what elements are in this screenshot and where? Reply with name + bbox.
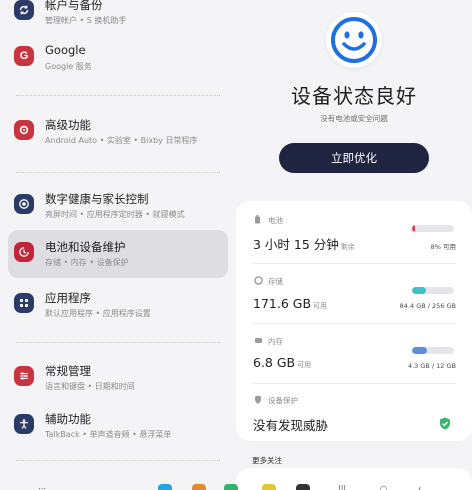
device-care-icon (14, 242, 34, 262)
battery-value: 3 小时 15 分钟 剩余 (253, 237, 355, 252)
divider (252, 323, 456, 324)
storage-icon (254, 276, 263, 285)
optimize-now-button[interactable]: 立即优化 (279, 143, 429, 173)
sidebar-item-title: Google (45, 43, 86, 57)
google-icon: G (14, 46, 34, 66)
storage-value: 171.6 GB 可用 (253, 296, 328, 311)
sync-icon (14, 0, 34, 20)
battery-bar (412, 225, 454, 232)
device-status-subtitle: 没有电池或安全问题 (320, 114, 388, 123)
sidebar-item-accessibility[interactable]: 辅助功能 TalkBack • 单声道音频 • 悬浮菜单 (8, 402, 228, 450)
battery-icon (254, 215, 263, 224)
apps-grid-icon (14, 293, 34, 313)
battery-label: 电池 (268, 216, 283, 225)
memory-bar (412, 347, 454, 354)
divider (16, 342, 220, 343)
device-protection-label: 设备保护 (268, 396, 298, 405)
app-icon-green[interactable] (224, 484, 238, 490)
sidebar-item-general-management[interactable]: 常规管理 语言和键盘 • 日期和时间 (8, 354, 228, 402)
sidebar-item-subtitle: 亮屏时间 • 应用程序定时器 • 就寝模式 (45, 210, 185, 219)
divider (252, 383, 456, 384)
sliders-icon (14, 366, 34, 386)
sidebar-item-title: 辅助功能 (45, 412, 91, 426)
device-status-smiley-icon (326, 12, 382, 68)
app-icon-yellow[interactable] (262, 484, 276, 490)
sidebar-item-subtitle: TalkBack • 单声道音频 • 悬浮菜单 (45, 430, 172, 439)
battery-note: 8% 可用 (430, 243, 456, 251)
app-icon-blue[interactable] (158, 484, 172, 490)
sidebar-item-title: 电池和设备维护 (45, 240, 126, 254)
sidebar-item-digital-wellbeing[interactable]: 数字健康与家长控制 亮屏时间 • 应用程序定时器 • 就寝模式 (8, 182, 228, 230)
sidebar-item-subtitle: Android Auto • 实验室 • Bixby 日常程序 (45, 136, 198, 145)
storage-label: 存储 (268, 277, 283, 286)
divider (16, 172, 220, 173)
memory-label: 内存 (268, 337, 283, 346)
divider (16, 460, 220, 461)
memory-chip-icon (254, 336, 263, 345)
sidebar-item-title: 数字健康与家长控制 (45, 192, 149, 206)
sidebar-item-accounts-backup[interactable]: 帐户与备份 管理帐户 • S 换机助手 (8, 0, 228, 36)
sidebar-item-subtitle: 默认应用程序 • 应用程序设置 (45, 309, 151, 318)
settings-sidebar: 帐户与备份 管理帐户 • S 换机助手 G Google Google 服务 高… (0, 0, 236, 490)
sidebar-item-title: 帐户与备份 (45, 0, 103, 12)
divider (252, 263, 456, 264)
sidebar-item-title: 常规管理 (45, 364, 91, 378)
more-attention-heading: 更多关注 (252, 456, 282, 465)
memory-value: 6.8 GB 可用 (253, 355, 312, 370)
sidebar-item-subtitle: Google 服务 (45, 62, 92, 71)
gear-plus-icon (14, 120, 34, 140)
sidebar-item-subtitle: 存储 • 内存 • 设备保护 (45, 258, 129, 267)
sidebar-item-subtitle: 管理帐户 • S 换机助手 (45, 16, 127, 25)
sidebar-item-title: 高级功能 (45, 118, 91, 132)
back-icon[interactable]: ‹ (418, 484, 421, 490)
wellbeing-icon (14, 194, 34, 214)
sidebar-item-google[interactable]: G Google Google 服务 (8, 34, 228, 82)
shield-small-icon (254, 395, 263, 404)
memory-note: 4.3 GB / 12 GB (407, 362, 456, 370)
accessibility-icon (14, 414, 34, 434)
sidebar-item-apps[interactable]: 应用程序 默认应用程序 • 应用程序设置 (8, 281, 228, 329)
sidebar-item-battery-device-care[interactable]: 电池和设备维护 存储 • 内存 • 设备保护 (8, 230, 228, 278)
app-icon-dark[interactable] (296, 484, 310, 490)
divider (16, 95, 220, 96)
recents-icon[interactable]: ||| (338, 484, 346, 490)
storage-note: 84.4 GB / 256 GB (399, 302, 456, 310)
device-protection-value: 没有发现威胁 (253, 418, 329, 433)
sidebar-item-subtitle: 语言和键盘 • 日期和时间 (45, 382, 135, 391)
shield-check-icon (439, 415, 451, 430)
home-icon[interactable]: ○ (380, 484, 387, 490)
sidebar-item-advanced-features[interactable]: 高级功能 Android Auto • 实验室 • Bixby 日常程序 (8, 108, 228, 156)
sidebar-item-title: 应用程序 (45, 291, 91, 305)
device-status-title: 设备状态良好 (291, 84, 417, 108)
app-icon-orange[interactable] (192, 484, 206, 490)
storage-bar (412, 287, 454, 294)
menu-dots-icon[interactable]: ⋯ (38, 484, 46, 490)
device-care-card: 电池 3 小时 15 分钟 剩余 8% 可用 存储 171.6 GB 可用 84.4… (236, 201, 472, 441)
taskbar: ⋯ ||| ○ ‹ (0, 478, 472, 490)
